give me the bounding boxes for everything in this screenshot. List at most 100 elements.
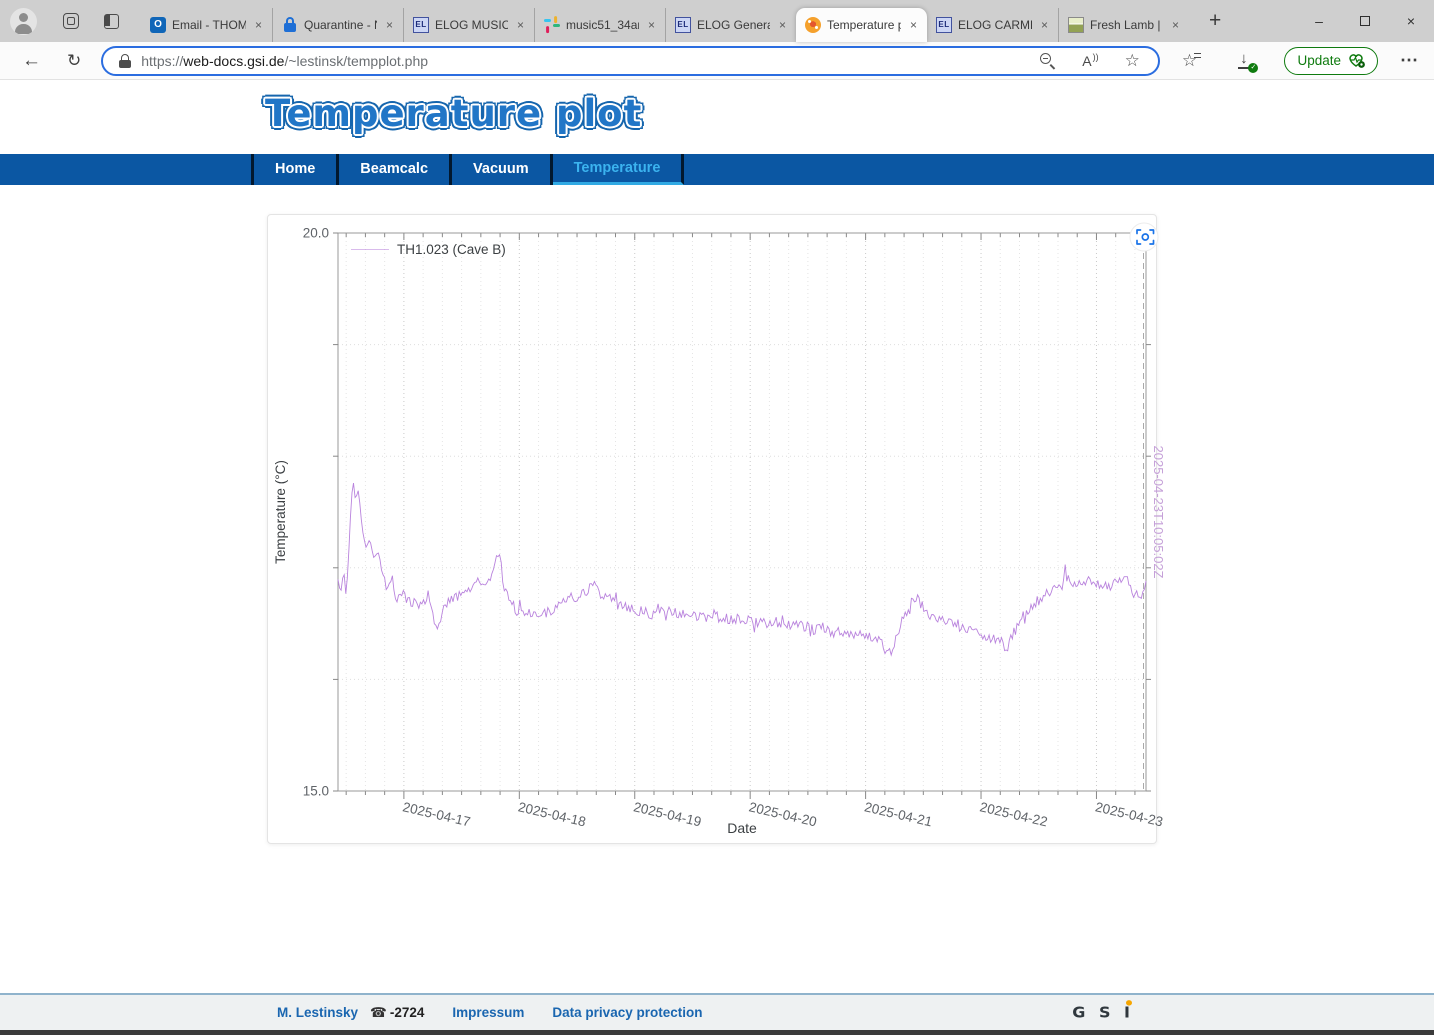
nav-item-home[interactable]: Home <box>254 154 339 185</box>
tab-title: ELOG General <box>697 18 770 32</box>
close-button[interactable]: × <box>1388 0 1434 42</box>
address-bar[interactable]: https://web-docs.gsi.de/~lestinsk/temppl… <box>101 46 1160 76</box>
tab-strip: O Email - THOM × Quarantine - N × EL ELO… <box>0 0 1434 42</box>
x-tick-label: 2025-04-20 <box>748 799 819 829</box>
new-tab-button[interactable]: + <box>1201 9 1229 33</box>
y-tick-label: 15.0 <box>303 784 329 799</box>
tab-close-icon[interactable]: × <box>252 17 265 33</box>
series-line <box>338 483 1146 655</box>
zoom-out-icon[interactable] <box>1040 53 1056 69</box>
tab-actions-icon[interactable] <box>104 14 119 29</box>
nav-item-beamcalc[interactable]: Beamcalc <box>339 154 452 185</box>
taskbar-sliver <box>0 1030 1434 1035</box>
workspaces-icon[interactable] <box>63 13 79 29</box>
gsi-logo: G S I <box>1072 1004 1134 1021</box>
url-path: /~lestinsk/tempplot.php <box>284 53 428 69</box>
author-link[interactable]: M. Lestinsky <box>277 1005 358 1020</box>
tab-close-icon[interactable]: × <box>907 17 920 33</box>
tab-title: ELOG CARME <box>958 18 1032 32</box>
nav-item-vacuum[interactable]: Vacuum <box>452 154 553 185</box>
tab-close-icon[interactable]: × <box>1038 17 1051 33</box>
tab-title: Quarantine - N <box>304 18 377 32</box>
tab-title: Temperature p <box>827 18 901 32</box>
x-tick-label: 2025-04-18 <box>517 799 588 829</box>
page-footer: M. Lestinsky ☎-2724 Impressum Data priva… <box>0 993 1434 1030</box>
favorite-star-icon[interactable]: ☆ <box>1125 51 1140 71</box>
tab-title: ELOG MUSIC5 <box>435 18 508 32</box>
x-tick-label: 2025-04-17 <box>401 799 472 829</box>
tab-title: Email - THOM <box>172 18 246 32</box>
x-tick-label: 2025-04-19 <box>632 799 703 829</box>
update-label: Update <box>1297 53 1341 68</box>
back-button[interactable]: ← <box>16 50 47 72</box>
maximize-button[interactable] <box>1342 0 1388 42</box>
address-bar-icons: A)) ☆ <box>1040 51 1146 71</box>
x-axis-title: Date <box>727 820 757 836</box>
plot-frame <box>338 233 1146 791</box>
y-tick-label: 20.0 <box>303 226 329 241</box>
read-aloud-icon[interactable]: A)) <box>1082 52 1098 69</box>
phone-number: ☎-2724 <box>370 1005 424 1021</box>
impressum-link[interactable]: Impressum <box>452 1005 524 1020</box>
browser-window: O Email - THOM × Quarantine - N × EL ELO… <box>0 0 1434 1035</box>
privacy-link[interactable]: Data privacy protection <box>552 1005 702 1020</box>
avatar-body-icon <box>15 24 32 34</box>
page-title: Temperature plot <box>265 92 642 135</box>
refresh-button[interactable]: ↻ <box>61 51 87 71</box>
profile-avatar[interactable] <box>10 8 37 35</box>
x-tick-label: 2025-04-22 <box>978 799 1049 829</box>
minimize-button[interactable]: – <box>1296 0 1342 42</box>
tabs-container: O Email - THOM × Quarantine - N × EL ELO… <box>141 0 1189 42</box>
legend-label: TH1.023 (Cave B) <box>397 242 506 257</box>
slack-icon <box>544 17 560 33</box>
tab-quarantine[interactable]: Quarantine - N × <box>272 8 403 42</box>
browser-toolbar: ← ↻ https://web-docs.gsi.de/~lestinsk/te… <box>0 42 1434 80</box>
downloads-icon[interactable]: ↓ ✓ <box>1237 52 1254 70</box>
x-tick-label: 2025-04-21 <box>863 799 934 829</box>
tab-temperature-active[interactable]: Temperature p × <box>796 8 927 42</box>
expand-icon-bg <box>1130 223 1158 251</box>
elog-icon: EL <box>413 17 429 33</box>
page-content: Temperature plot Home Beamcalc Vacuum Te… <box>0 80 1434 1035</box>
temperature-chart: 20.0 15.0 2025-04-17 2025-04-18 2025-04-19 20… <box>268 215 1158 845</box>
tab-title: music51_34ar <box>566 18 639 32</box>
update-button[interactable]: Update <box>1284 47 1378 75</box>
download-done-badge: ✓ <box>1248 63 1258 73</box>
fresh-lamb-icon <box>1068 17 1084 33</box>
tab-close-icon[interactable]: × <box>514 17 527 33</box>
url-host: web-docs.gsi.de <box>183 53 284 69</box>
url-text[interactable]: https://web-docs.gsi.de/~lestinsk/temppl… <box>141 53 428 69</box>
site-lock-icon[interactable] <box>119 54 131 68</box>
gsi-logo-dot <box>1126 1000 1132 1006</box>
lock-icon <box>282 17 298 33</box>
window-controls: – × <box>1296 0 1434 42</box>
elog-icon: EL <box>936 17 952 33</box>
tab-email[interactable]: O Email - THOM × <box>141 8 272 42</box>
avatar-head-icon <box>19 13 28 22</box>
tab-elog-general[interactable]: EL ELOG General × <box>665 8 796 42</box>
phone-icon: ☎ <box>370 1005 387 1020</box>
tab-close-icon[interactable]: × <box>645 17 658 33</box>
atom-icon <box>805 17 821 33</box>
x-tick-label: 2025-04-23 <box>1094 799 1165 829</box>
url-scheme: https:// <box>141 53 183 69</box>
tab-close-icon[interactable]: × <box>383 17 396 33</box>
tab-close-icon[interactable]: × <box>1169 17 1182 33</box>
main-navigation: Home Beamcalc Vacuum Temperature <box>0 154 1434 185</box>
chart-card: 20.0 15.0 2025-04-17 2025-04-18 2025-04-19 20… <box>267 214 1157 844</box>
nav-item-temperature[interactable]: Temperature <box>553 154 685 185</box>
tab-fresh-lamb[interactable]: Fresh Lamb | W × <box>1058 8 1189 42</box>
settings-more-icon[interactable]: ⋯ <box>1400 50 1418 71</box>
tab-elog-carme[interactable]: EL ELOG CARME × <box>927 8 1058 42</box>
maximize-icon <box>1360 16 1370 26</box>
tab-slack[interactable]: music51_34ar × <box>534 8 665 42</box>
y-axis-title: Temperature (°C) <box>273 460 288 564</box>
tab-title: Fresh Lamb | W <box>1090 18 1163 32</box>
tab-elog-music5[interactable]: EL ELOG MUSIC5 × <box>403 8 534 42</box>
outlook-icon: O <box>150 17 166 33</box>
collections-icon[interactable]: ☆ <box>1182 51 1201 71</box>
nav-spacer <box>0 154 254 185</box>
browser-health-icon <box>1348 53 1365 68</box>
timestamp-annotation: 2025-04-23T10:05:02Z <box>1151 446 1166 579</box>
tab-close-icon[interactable]: × <box>776 17 789 33</box>
